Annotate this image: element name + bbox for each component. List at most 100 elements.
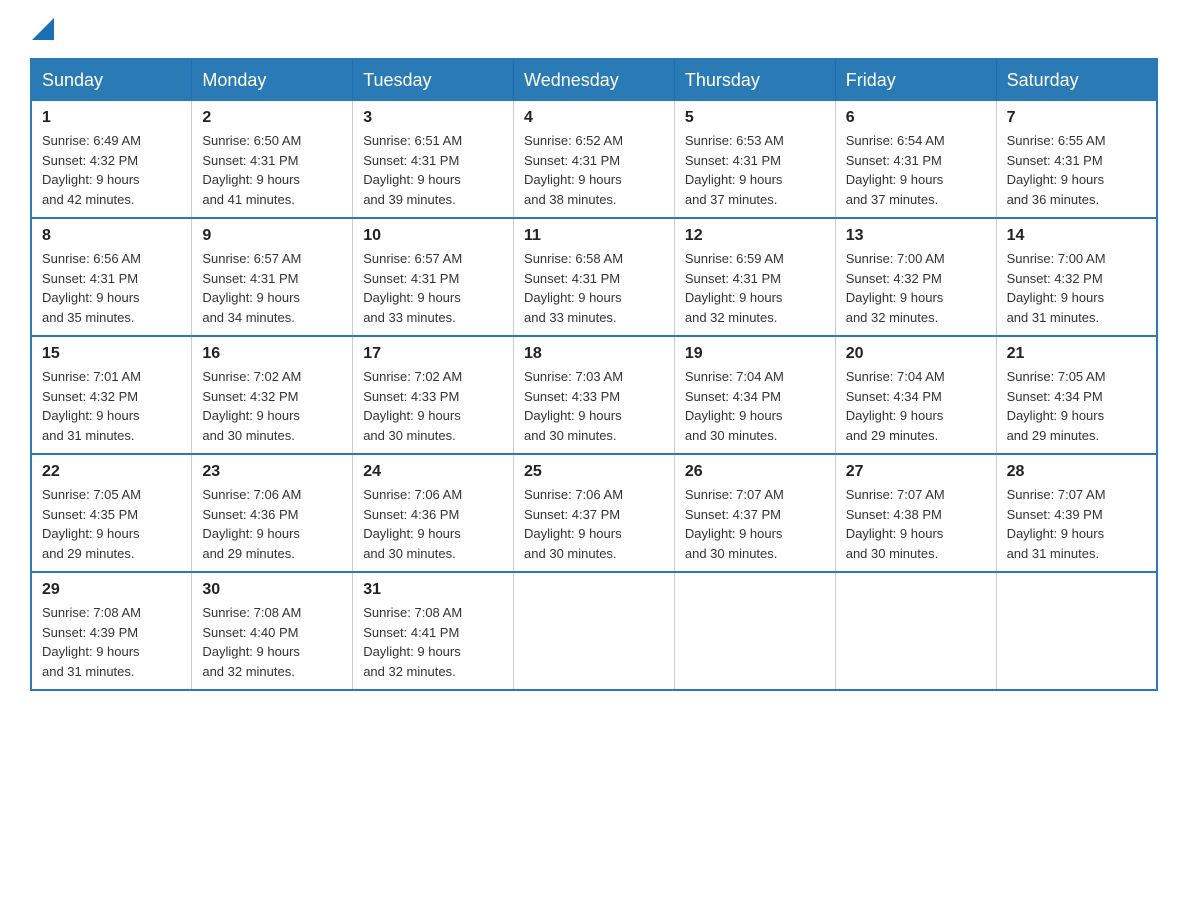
day-info: Sunrise: 6:59 AM Sunset: 4:31 PM Dayligh… bbox=[685, 249, 825, 327]
day-number: 30 bbox=[202, 581, 342, 599]
day-info: Sunrise: 6:57 AM Sunset: 4:31 PM Dayligh… bbox=[363, 249, 503, 327]
day-number: 20 bbox=[846, 345, 986, 363]
calendar-header-row: SundayMondayTuesdayWednesdayThursdayFrid… bbox=[31, 59, 1157, 101]
col-header-thursday: Thursday bbox=[674, 59, 835, 101]
col-header-sunday: Sunday bbox=[31, 59, 192, 101]
day-number: 5 bbox=[685, 109, 825, 127]
day-info: Sunrise: 7:05 AM Sunset: 4:35 PM Dayligh… bbox=[42, 485, 181, 563]
calendar-cell: 18 Sunrise: 7:03 AM Sunset: 4:33 PM Dayl… bbox=[514, 336, 675, 454]
col-header-monday: Monday bbox=[192, 59, 353, 101]
calendar-cell: 17 Sunrise: 7:02 AM Sunset: 4:33 PM Dayl… bbox=[353, 336, 514, 454]
day-number: 14 bbox=[1007, 227, 1146, 245]
logo bbox=[30, 20, 54, 38]
calendar-cell: 13 Sunrise: 7:00 AM Sunset: 4:32 PM Dayl… bbox=[835, 218, 996, 336]
day-info: Sunrise: 7:04 AM Sunset: 4:34 PM Dayligh… bbox=[685, 367, 825, 445]
day-number: 29 bbox=[42, 581, 181, 599]
day-info: Sunrise: 7:00 AM Sunset: 4:32 PM Dayligh… bbox=[846, 249, 986, 327]
calendar-cell: 27 Sunrise: 7:07 AM Sunset: 4:38 PM Dayl… bbox=[835, 454, 996, 572]
day-number: 13 bbox=[846, 227, 986, 245]
col-header-saturday: Saturday bbox=[996, 59, 1157, 101]
page-header bbox=[30, 20, 1158, 38]
calendar-week-row: 15 Sunrise: 7:01 AM Sunset: 4:32 PM Dayl… bbox=[31, 336, 1157, 454]
calendar-cell: 29 Sunrise: 7:08 AM Sunset: 4:39 PM Dayl… bbox=[31, 572, 192, 690]
calendar-week-row: 29 Sunrise: 7:08 AM Sunset: 4:39 PM Dayl… bbox=[31, 572, 1157, 690]
day-info: Sunrise: 7:06 AM Sunset: 4:36 PM Dayligh… bbox=[202, 485, 342, 563]
day-info: Sunrise: 7:04 AM Sunset: 4:34 PM Dayligh… bbox=[846, 367, 986, 445]
calendar-cell: 21 Sunrise: 7:05 AM Sunset: 4:34 PM Dayl… bbox=[996, 336, 1157, 454]
calendar-cell: 4 Sunrise: 6:52 AM Sunset: 4:31 PM Dayli… bbox=[514, 101, 675, 218]
calendar-cell: 23 Sunrise: 7:06 AM Sunset: 4:36 PM Dayl… bbox=[192, 454, 353, 572]
calendar-cell: 1 Sunrise: 6:49 AM Sunset: 4:32 PM Dayli… bbox=[31, 101, 192, 218]
calendar-cell: 16 Sunrise: 7:02 AM Sunset: 4:32 PM Dayl… bbox=[192, 336, 353, 454]
day-info: Sunrise: 7:02 AM Sunset: 4:33 PM Dayligh… bbox=[363, 367, 503, 445]
day-info: Sunrise: 6:56 AM Sunset: 4:31 PM Dayligh… bbox=[42, 249, 181, 327]
calendar-cell: 14 Sunrise: 7:00 AM Sunset: 4:32 PM Dayl… bbox=[996, 218, 1157, 336]
day-number: 12 bbox=[685, 227, 825, 245]
calendar-cell: 20 Sunrise: 7:04 AM Sunset: 4:34 PM Dayl… bbox=[835, 336, 996, 454]
calendar-cell: 15 Sunrise: 7:01 AM Sunset: 4:32 PM Dayl… bbox=[31, 336, 192, 454]
day-info: Sunrise: 7:08 AM Sunset: 4:40 PM Dayligh… bbox=[202, 603, 342, 681]
calendar-cell: 31 Sunrise: 7:08 AM Sunset: 4:41 PM Dayl… bbox=[353, 572, 514, 690]
day-info: Sunrise: 6:51 AM Sunset: 4:31 PM Dayligh… bbox=[363, 131, 503, 209]
calendar-cell: 25 Sunrise: 7:06 AM Sunset: 4:37 PM Dayl… bbox=[514, 454, 675, 572]
day-info: Sunrise: 7:05 AM Sunset: 4:34 PM Dayligh… bbox=[1007, 367, 1146, 445]
day-info: Sunrise: 7:07 AM Sunset: 4:39 PM Dayligh… bbox=[1007, 485, 1146, 563]
calendar-cell: 7 Sunrise: 6:55 AM Sunset: 4:31 PM Dayli… bbox=[996, 101, 1157, 218]
day-number: 8 bbox=[42, 227, 181, 245]
calendar-cell: 8 Sunrise: 6:56 AM Sunset: 4:31 PM Dayli… bbox=[31, 218, 192, 336]
day-number: 9 bbox=[202, 227, 342, 245]
calendar-cell: 12 Sunrise: 6:59 AM Sunset: 4:31 PM Dayl… bbox=[674, 218, 835, 336]
calendar-week-row: 22 Sunrise: 7:05 AM Sunset: 4:35 PM Dayl… bbox=[31, 454, 1157, 572]
day-info: Sunrise: 7:02 AM Sunset: 4:32 PM Dayligh… bbox=[202, 367, 342, 445]
day-info: Sunrise: 7:08 AM Sunset: 4:41 PM Dayligh… bbox=[363, 603, 503, 681]
day-number: 21 bbox=[1007, 345, 1146, 363]
calendar-week-row: 8 Sunrise: 6:56 AM Sunset: 4:31 PM Dayli… bbox=[31, 218, 1157, 336]
day-number: 7 bbox=[1007, 109, 1146, 127]
day-number: 10 bbox=[363, 227, 503, 245]
day-number: 1 bbox=[42, 109, 181, 127]
calendar-cell: 2 Sunrise: 6:50 AM Sunset: 4:31 PM Dayli… bbox=[192, 101, 353, 218]
day-info: Sunrise: 7:07 AM Sunset: 4:38 PM Dayligh… bbox=[846, 485, 986, 563]
day-number: 15 bbox=[42, 345, 181, 363]
day-number: 18 bbox=[524, 345, 664, 363]
calendar-cell bbox=[835, 572, 996, 690]
day-info: Sunrise: 6:55 AM Sunset: 4:31 PM Dayligh… bbox=[1007, 131, 1146, 209]
day-number: 24 bbox=[363, 463, 503, 481]
calendar-cell: 30 Sunrise: 7:08 AM Sunset: 4:40 PM Dayl… bbox=[192, 572, 353, 690]
day-number: 4 bbox=[524, 109, 664, 127]
calendar-cell: 6 Sunrise: 6:54 AM Sunset: 4:31 PM Dayli… bbox=[835, 101, 996, 218]
day-number: 23 bbox=[202, 463, 342, 481]
day-number: 11 bbox=[524, 227, 664, 245]
day-info: Sunrise: 7:08 AM Sunset: 4:39 PM Dayligh… bbox=[42, 603, 181, 681]
day-info: Sunrise: 6:57 AM Sunset: 4:31 PM Dayligh… bbox=[202, 249, 342, 327]
day-number: 22 bbox=[42, 463, 181, 481]
day-info: Sunrise: 7:03 AM Sunset: 4:33 PM Dayligh… bbox=[524, 367, 664, 445]
col-header-friday: Friday bbox=[835, 59, 996, 101]
col-header-wednesday: Wednesday bbox=[514, 59, 675, 101]
calendar-cell bbox=[514, 572, 675, 690]
day-number: 17 bbox=[363, 345, 503, 363]
day-number: 26 bbox=[685, 463, 825, 481]
col-header-tuesday: Tuesday bbox=[353, 59, 514, 101]
day-number: 19 bbox=[685, 345, 825, 363]
day-info: Sunrise: 6:54 AM Sunset: 4:31 PM Dayligh… bbox=[846, 131, 986, 209]
calendar-cell: 19 Sunrise: 7:04 AM Sunset: 4:34 PM Dayl… bbox=[674, 336, 835, 454]
day-info: Sunrise: 7:07 AM Sunset: 4:37 PM Dayligh… bbox=[685, 485, 825, 563]
calendar-cell: 5 Sunrise: 6:53 AM Sunset: 4:31 PM Dayli… bbox=[674, 101, 835, 218]
calendar-cell bbox=[674, 572, 835, 690]
calendar-cell: 26 Sunrise: 7:07 AM Sunset: 4:37 PM Dayl… bbox=[674, 454, 835, 572]
day-number: 6 bbox=[846, 109, 986, 127]
day-info: Sunrise: 6:50 AM Sunset: 4:31 PM Dayligh… bbox=[202, 131, 342, 209]
calendar-cell: 22 Sunrise: 7:05 AM Sunset: 4:35 PM Dayl… bbox=[31, 454, 192, 572]
calendar-cell: 9 Sunrise: 6:57 AM Sunset: 4:31 PM Dayli… bbox=[192, 218, 353, 336]
day-info: Sunrise: 7:06 AM Sunset: 4:36 PM Dayligh… bbox=[363, 485, 503, 563]
day-info: Sunrise: 6:58 AM Sunset: 4:31 PM Dayligh… bbox=[524, 249, 664, 327]
calendar-cell: 11 Sunrise: 6:58 AM Sunset: 4:31 PM Dayl… bbox=[514, 218, 675, 336]
day-number: 25 bbox=[524, 463, 664, 481]
calendar-week-row: 1 Sunrise: 6:49 AM Sunset: 4:32 PM Dayli… bbox=[31, 101, 1157, 218]
day-number: 31 bbox=[363, 581, 503, 599]
day-info: Sunrise: 7:00 AM Sunset: 4:32 PM Dayligh… bbox=[1007, 249, 1146, 327]
day-info: Sunrise: 7:06 AM Sunset: 4:37 PM Dayligh… bbox=[524, 485, 664, 563]
day-number: 3 bbox=[363, 109, 503, 127]
calendar-cell bbox=[996, 572, 1157, 690]
